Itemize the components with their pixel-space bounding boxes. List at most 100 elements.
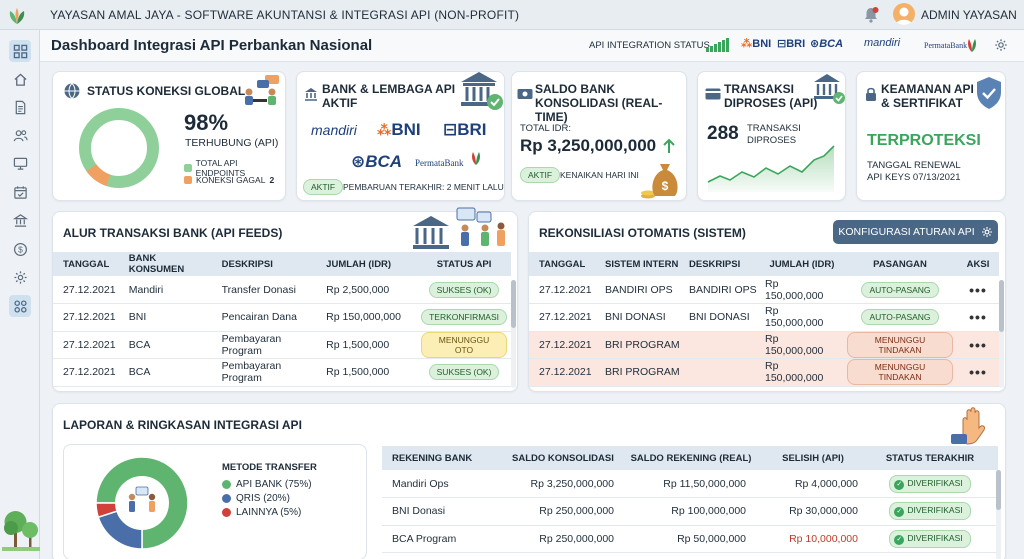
sidebar-item-integration[interactable] — [9, 295, 31, 317]
col-jumlah[interactable]: JUMLAH (IDR) — [322, 252, 418, 276]
cell-tanggal: 27.12.2021 — [53, 358, 125, 387]
cell-bank: BNI — [124, 303, 218, 332]
table-row[interactable]: 27.12.2021 BRI PROGRAM Rp 150,000,000 MENUN… — [529, 358, 999, 387]
table-row[interactable]: 27.12.2021 BANDIRI OPS BANDIRI OPS Rp 150,0… — [529, 276, 999, 304]
sidebar-item-dashboard[interactable] — [9, 40, 31, 62]
legend-label: API BANK (75%) — [236, 479, 312, 490]
users-icon — [13, 129, 28, 141]
sidebar-item-home[interactable] — [9, 68, 31, 90]
legend-item: LAINNYA (5%) — [222, 507, 312, 518]
monitor-icon — [13, 157, 27, 170]
table-row[interactable]: 27.12.2021 BCA Pembayaran Program Rp 1,500,… — [53, 331, 511, 359]
bank-icon — [12, 213, 28, 227]
cell-sistem: BRI PROGRAM — [601, 331, 685, 359]
table-row[interactable]: 27.12.2021 Mandiri Transfer Donasi Rp 2,500… — [53, 276, 511, 304]
col-saldo-real[interactable]: SALDO REKENING (REAL) — [618, 446, 764, 470]
cell-deskripsi — [685, 358, 761, 387]
security-renewal: TANGGAL RENEWAL API KEYS 07/13/2021 — [867, 160, 961, 184]
legend-dot — [222, 494, 231, 503]
sidebar-item-users[interactable] — [9, 124, 31, 146]
sidebar-item-finance[interactable]: $ — [9, 238, 31, 260]
logo-bri: ⊟BRI — [443, 120, 487, 139]
col-sistem[interactable]: SISTEM INTERN — [601, 252, 685, 276]
report-scroll-track[interactable] — [996, 470, 1001, 559]
cell-sistem: BRI PROGRAM — [601, 358, 685, 387]
cell-sistem: BNI DONASI — [601, 303, 685, 332]
table-row[interactable]: 27.12.2021 BRI PROGRAM Rp 150,000,000 MENUN… — [529, 331, 999, 359]
user-avatar[interactable] — [893, 3, 915, 25]
user-name[interactable]: ADMIN YAYASAN — [921, 8, 1017, 22]
row-actions-button[interactable]: ••• — [969, 364, 987, 380]
row-actions-button[interactable]: ••• — [969, 309, 987, 325]
col-tanggal[interactable]: TANGGAL — [529, 252, 601, 276]
rekon-scroll-thumb[interactable] — [999, 280, 1004, 332]
cell-selisih: Rp 30,000,000 — [764, 497, 862, 526]
card-banks-title: BANK & LEMBAGA API AKTIF — [322, 82, 455, 110]
saldo-amount: Rp 3,250,000,000 — [520, 136, 657, 155]
match-badge: AUTO-PASANG — [861, 309, 939, 326]
home-icon — [13, 72, 27, 86]
security-renewal-line2: API KEYS 07/13/2021 — [867, 172, 961, 183]
bank-building-check-icon — [461, 72, 503, 110]
col-rekening[interactable]: REKENING BANK — [382, 446, 508, 470]
sidebar-item-documents[interactable] — [9, 96, 31, 118]
col-saldo-konsolidasi[interactable]: SALDO KONSOLIDASI — [508, 446, 618, 470]
cell-jumlah: Rp 150,000,000 — [761, 358, 843, 387]
col-bank[interactable]: BANK KONSUMEN — [124, 252, 218, 276]
row-actions-button[interactable]: ••• — [969, 282, 987, 298]
feed-scroll-thumb[interactable] — [511, 280, 516, 328]
header-logo-mandiri: mandiri — [864, 37, 901, 49]
card-active-banks: BANK & LEMBAGA API AKTIF mandiri ⁂BNI ⊟BR… — [296, 71, 505, 201]
table-row[interactable]: 27.12.2021 BCA Pembayaran Program Rp 1,500,… — [53, 358, 511, 387]
table-row[interactable]: BNI Donasi Rp 250,000,000 Rp 100,000,000 Rp… — [382, 497, 998, 526]
col-aksi[interactable]: AKSI — [957, 252, 999, 276]
table-row[interactable]: 27.12.2021 BNI Pencairan Dana Rp 150,000,00… — [53, 303, 511, 332]
cell-jumlah: Rp 1,500,000 — [322, 358, 418, 387]
table-row[interactable]: Mandiri Ops Rp 3,250,000,000 Rp 11,50,000,… — [382, 470, 998, 498]
rekon-scroll-track[interactable] — [999, 280, 1004, 388]
legend-failed-label: KONEKSI GAGAL — [196, 175, 266, 185]
card-payment-icon — [705, 88, 721, 100]
sidebar-item-calendar[interactable] — [9, 181, 31, 203]
col-pasangan[interactable]: PASANGAN — [843, 252, 957, 276]
cell-real: Rp 50,000,000 — [618, 525, 764, 553]
feed-scroll-track[interactable] — [511, 280, 516, 388]
configure-api-rules-button[interactable]: KONFIGURASI ATURAN API — [833, 220, 998, 244]
col-status[interactable]: STATUS API — [417, 252, 511, 276]
header-logo-bni: ⁂BNI — [741, 38, 772, 50]
header-settings-icon[interactable] — [994, 38, 1008, 52]
failed-count: 2 — [269, 175, 275, 185]
cell-bank: Mandiri — [124, 276, 218, 304]
table-row[interactable]: 27.12.2021 BNI DONASI BNI DONASI Rp 150,000… — [529, 303, 999, 332]
gear-icon — [981, 227, 992, 237]
cell-rekening: BNI Donasi — [382, 497, 508, 526]
transaction-label-line1: TRANSAKSI — [747, 123, 801, 134]
sidebar-item-settings[interactable] — [9, 266, 31, 288]
col-jumlah[interactable]: JUMLAH (IDR) — [761, 252, 843, 276]
saldo-label: TOTAL IDR: — [520, 123, 572, 134]
notification-bell-icon[interactable] — [863, 6, 879, 24]
col-deskripsi[interactable]: DESKRIPSI — [217, 252, 323, 276]
report-scroll-thumb[interactable] — [996, 470, 1001, 510]
cell-jumlah: Rp 1,500,000 — [322, 331, 418, 359]
col-deskripsi[interactable]: DESKRIPSI — [685, 252, 761, 276]
sidebar-item-monitor[interactable] — [9, 152, 31, 174]
status-badge: SUKSES (OK) — [428, 281, 500, 298]
banks-status-badge: AKTIF — [303, 179, 344, 195]
cell-tanggal: 27.12.2021 — [529, 303, 601, 332]
col-status-terakhir[interactable]: STATUS TERAKHIR — [862, 446, 998, 470]
col-selisih[interactable]: SELISIH (API) — [764, 446, 862, 470]
shield-check-icon — [977, 77, 1001, 109]
card-banks-title-line1: BANK & LEMBAGA API — [322, 82, 456, 96]
header-logo-bri: ⊟BRI — [777, 38, 806, 50]
report-table: REKENING BANK SALDO KONSOLIDASI SALDO RE… — [382, 446, 998, 559]
sidebar-item-bank[interactable] — [9, 209, 31, 231]
card-transactions: TRANSAKSI DIPROSES (API) 288 TRANSAKSI DIP… — [697, 71, 846, 201]
row-actions-button[interactable]: ••• — [969, 337, 987, 353]
cell-saldo: Rp 3,250,000,000 — [508, 470, 618, 498]
logo-bni: ⁂BNI — [377, 120, 421, 139]
card-global-title: STATUS KONEKSI GLOBAL — [87, 84, 246, 98]
col-tanggal[interactable]: TANGGAL — [53, 252, 125, 276]
table-row[interactable]: BCA Program Rp 250,000,000 Rp 50,000,000 Rp… — [382, 525, 998, 553]
legend-label: LAINNYA (5%) — [236, 507, 302, 518]
